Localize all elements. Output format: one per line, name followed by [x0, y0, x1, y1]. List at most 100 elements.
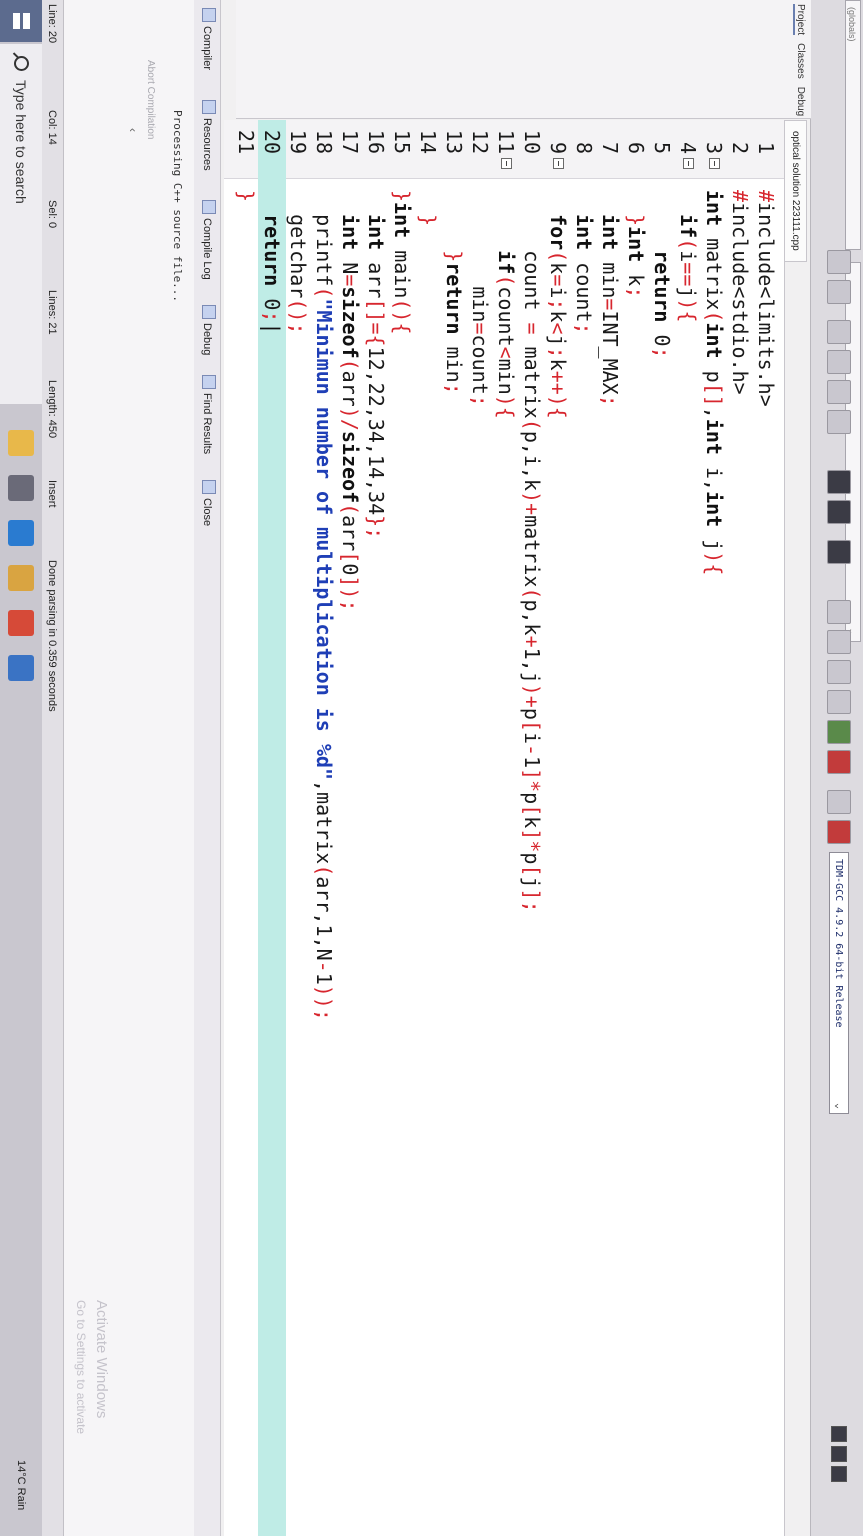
- undo-icon[interactable]: [827, 250, 851, 274]
- tab-resources-label: Resources: [201, 118, 213, 171]
- scroll-left-icon[interactable]: ‹: [126, 128, 140, 132]
- code-line[interactable]: 19 getchar();: [284, 120, 312, 1536]
- tab-debug[interactable]: Debug: [795, 87, 806, 116]
- code-line[interactable]: 7 int min=INT_MAX;: [596, 120, 624, 1536]
- find-icon[interactable]: [827, 320, 851, 344]
- status-col: Col: 14: [46, 110, 58, 145]
- close-panel-button[interactable]: Close: [194, 480, 220, 526]
- fold-toggle-icon[interactable]: [553, 158, 564, 169]
- code-text: #include<stdio.h>: [728, 190, 752, 395]
- status-length: Length: 450: [46, 380, 58, 439]
- window-controls: [826, 1426, 847, 1486]
- tab-debug-output[interactable]: Debug: [194, 305, 220, 355]
- code-text: for(k=i;k<j;k++){: [546, 214, 570, 419]
- code-text: return 0;|: [260, 214, 284, 335]
- line-number: 11: [494, 129, 518, 154]
- code-editor[interactable]: 1 #include<limits.h> 2 #include<stdio.h> 3 in…: [224, 120, 785, 1536]
- fold-toggle-icon[interactable]: [709, 158, 720, 169]
- fold-toggle-icon[interactable]: [501, 158, 512, 169]
- forward-icon[interactable]: [827, 500, 851, 524]
- status-line: Line: 20: [46, 4, 58, 44]
- code-line[interactable]: 1 #include<limits.h>: [752, 120, 780, 1536]
- tab-debug-output-label: Debug: [201, 323, 213, 356]
- check-icon: [202, 305, 216, 319]
- code-line[interactable]: 16 int arr[]={12,22,34,14,34};: [362, 120, 390, 1536]
- fold-toggle-icon[interactable]: [683, 158, 694, 169]
- compile-run-icon[interactable]: [827, 660, 851, 684]
- code-text: int arr[]={12,22,34,14,34};: [364, 214, 388, 540]
- back-icon[interactable]: [827, 470, 851, 494]
- tab-resources[interactable]: Resources: [194, 100, 220, 171]
- compiler-select[interactable]: TDM-GCC 4.9.2 64-bit Release ⌄: [829, 852, 849, 1114]
- task-view-icon[interactable]: [8, 475, 34, 501]
- line-number: 15: [390, 129, 414, 154]
- watermark-subtitle: Go to Settings to activate: [74, 1300, 88, 1435]
- compile-icon[interactable]: [827, 600, 851, 624]
- tile-icon[interactable]: [831, 1426, 847, 1442]
- status-sel: Sel: 0: [46, 200, 58, 229]
- devcpp-icon[interactable]: [8, 655, 34, 681]
- tab-project[interactable]: Project: [793, 4, 806, 36]
- tab-find-results[interactable]: Find Results: [194, 375, 220, 454]
- code-line[interactable]: 2 #include<stdio.h>: [726, 120, 754, 1536]
- windows-start-icon[interactable]: [0, 0, 42, 42]
- cascade-icon[interactable]: [831, 1446, 847, 1462]
- code-line[interactable]: 6 }int k;: [622, 120, 650, 1536]
- code-line[interactable]: 13 }return min;: [440, 120, 468, 1536]
- tab-compile-log[interactable]: Compile Log: [194, 200, 220, 280]
- resources-icon: [202, 100, 216, 114]
- code-line[interactable]: 3 int matrix(int p[],int i,int j){: [700, 120, 728, 1536]
- globals-dropdown[interactable]: (globals): [845, 0, 861, 250]
- code-line[interactable]: 12 min=count;: [466, 120, 494, 1536]
- redo-icon[interactable]: [827, 280, 851, 304]
- line-number: 7: [598, 141, 622, 154]
- code-line[interactable]: 17 int N=sizeof(arr)/sizeof(arr[0]);: [336, 120, 364, 1536]
- rebuild-icon[interactable]: [827, 690, 851, 714]
- line-number: 19: [286, 129, 310, 154]
- code-line[interactable]: 14 }: [414, 120, 442, 1536]
- tab-find-results-label: Find Results: [201, 393, 213, 455]
- weather-widget[interactable]: 14°C Rain: [0, 1460, 42, 1510]
- code-text: }: [416, 214, 440, 227]
- code-line[interactable]: 15}int main(){: [388, 120, 416, 1536]
- search-icon: [14, 56, 29, 71]
- unindent-icon[interactable]: [827, 410, 851, 434]
- code-line[interactable]: 18 printf("Minimun number of multiplicat…: [310, 120, 338, 1536]
- code-line[interactable]: 10 count = matrix(p,i,k)+matrix(p,k+1,j)…: [518, 120, 546, 1536]
- editor-file-tab[interactable]: optical solution 223111.cpp: [784, 120, 807, 262]
- line-number: 1: [754, 141, 778, 154]
- find-results-icon: [202, 375, 216, 389]
- abort-compilation-button[interactable]: Abort Compilation: [140, 60, 160, 200]
- chrome-icon[interactable]: [8, 610, 34, 636]
- debug-icon[interactable]: [827, 820, 851, 844]
- line-number: 4: [676, 141, 700, 154]
- run-icon[interactable]: [827, 630, 851, 654]
- check-icon[interactable]: [827, 720, 851, 744]
- code-text: }int k;: [624, 214, 648, 299]
- tab-classes[interactable]: Classes: [795, 43, 806, 79]
- code-text: }return min;: [442, 250, 466, 395]
- code-line[interactable]: 5 return 0;: [648, 120, 676, 1536]
- code-line[interactable]: 20 return 0;|: [258, 120, 286, 1536]
- function-dropdown[interactable]: ⌄: [845, 262, 861, 642]
- close-all-icon[interactable]: [831, 1466, 847, 1482]
- chart-icon[interactable]: [827, 790, 851, 814]
- code-text: count = matrix(p,i,k)+matrix(p,k+1,j)+p[…: [520, 190, 544, 913]
- replace-icon[interactable]: [827, 350, 851, 374]
- watermark-title: Activate Windows: [93, 1300, 110, 1419]
- compiler-icon: [202, 8, 216, 22]
- code-line[interactable]: 11 if(count<min){: [492, 120, 520, 1536]
- tab-compiler[interactable]: Compiler: [194, 8, 220, 70]
- edge-icon[interactable]: [8, 520, 34, 546]
- bookmark-icon[interactable]: [827, 540, 851, 564]
- code-line[interactable]: 4 if(i==j){: [674, 120, 702, 1536]
- store-icon[interactable]: [8, 565, 34, 591]
- stop-icon[interactable]: [827, 750, 851, 774]
- taskbar: Type here to search 14°C Rain: [0, 0, 42, 1536]
- indent-icon[interactable]: [827, 380, 851, 404]
- code-line[interactable]: 8 int count;: [570, 120, 598, 1536]
- taskbar-search[interactable]: Type here to search: [0, 44, 42, 404]
- file-explorer-icon[interactable]: [8, 430, 34, 456]
- code-line[interactable]: 21}: [232, 120, 260, 1536]
- code-line[interactable]: 9 for(k=i;k<j;k++){: [544, 120, 572, 1536]
